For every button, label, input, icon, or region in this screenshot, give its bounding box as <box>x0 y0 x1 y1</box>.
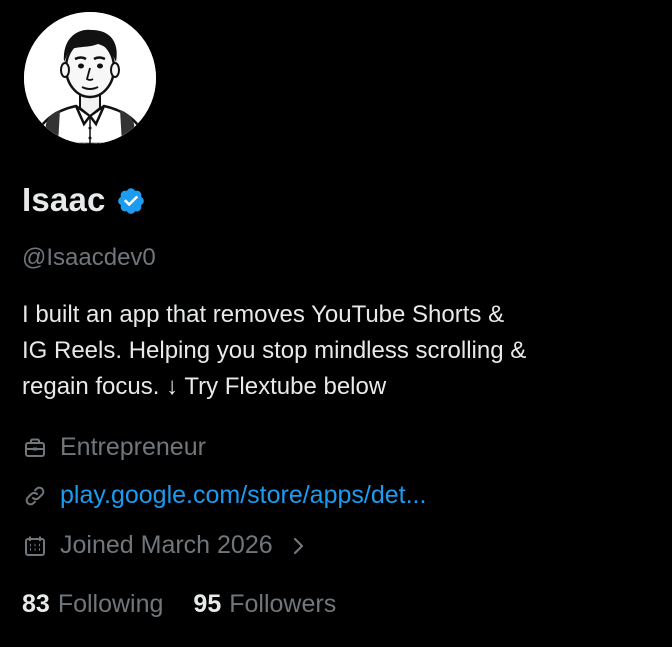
joined-text: Joined March 2026 <box>60 531 273 559</box>
profile-bio: I built an app that removes YouTube Shor… <box>22 301 527 400</box>
profile-handle: @Isaacdev0 <box>22 244 156 271</box>
avatar-portrait <box>24 12 156 144</box>
chevron-right-icon[interactable] <box>289 536 307 556</box>
briefcase-icon <box>22 435 48 461</box>
joined-row[interactable]: Joined March 2026 <box>22 531 307 560</box>
followers-link[interactable]: 95 Followers <box>193 590 336 619</box>
profession-row: Entrepreneur <box>22 433 206 462</box>
calendar-icon <box>22 533 48 559</box>
following-link[interactable]: 83 Following <box>22 590 163 619</box>
link-icon <box>22 483 48 509</box>
following-count: 83 <box>22 590 50 618</box>
website-row: play.google.com/store/apps/det... <box>22 481 426 510</box>
profile-name-row: Isaac <box>22 178 146 222</box>
followers-label: Followers <box>229 590 337 618</box>
avatar[interactable] <box>22 10 158 146</box>
follow-stats: 83 Following 95 Followers <box>22 590 336 619</box>
followers-count: 95 <box>193 590 222 618</box>
verified-badge-icon[interactable] <box>116 186 146 216</box>
following-label: Following <box>57 590 164 618</box>
profession-text: Entrepreneur <box>60 433 206 461</box>
display-name: Isaac <box>22 181 106 218</box>
website-link[interactable]: play.google.com/store/apps/det... <box>60 481 426 510</box>
